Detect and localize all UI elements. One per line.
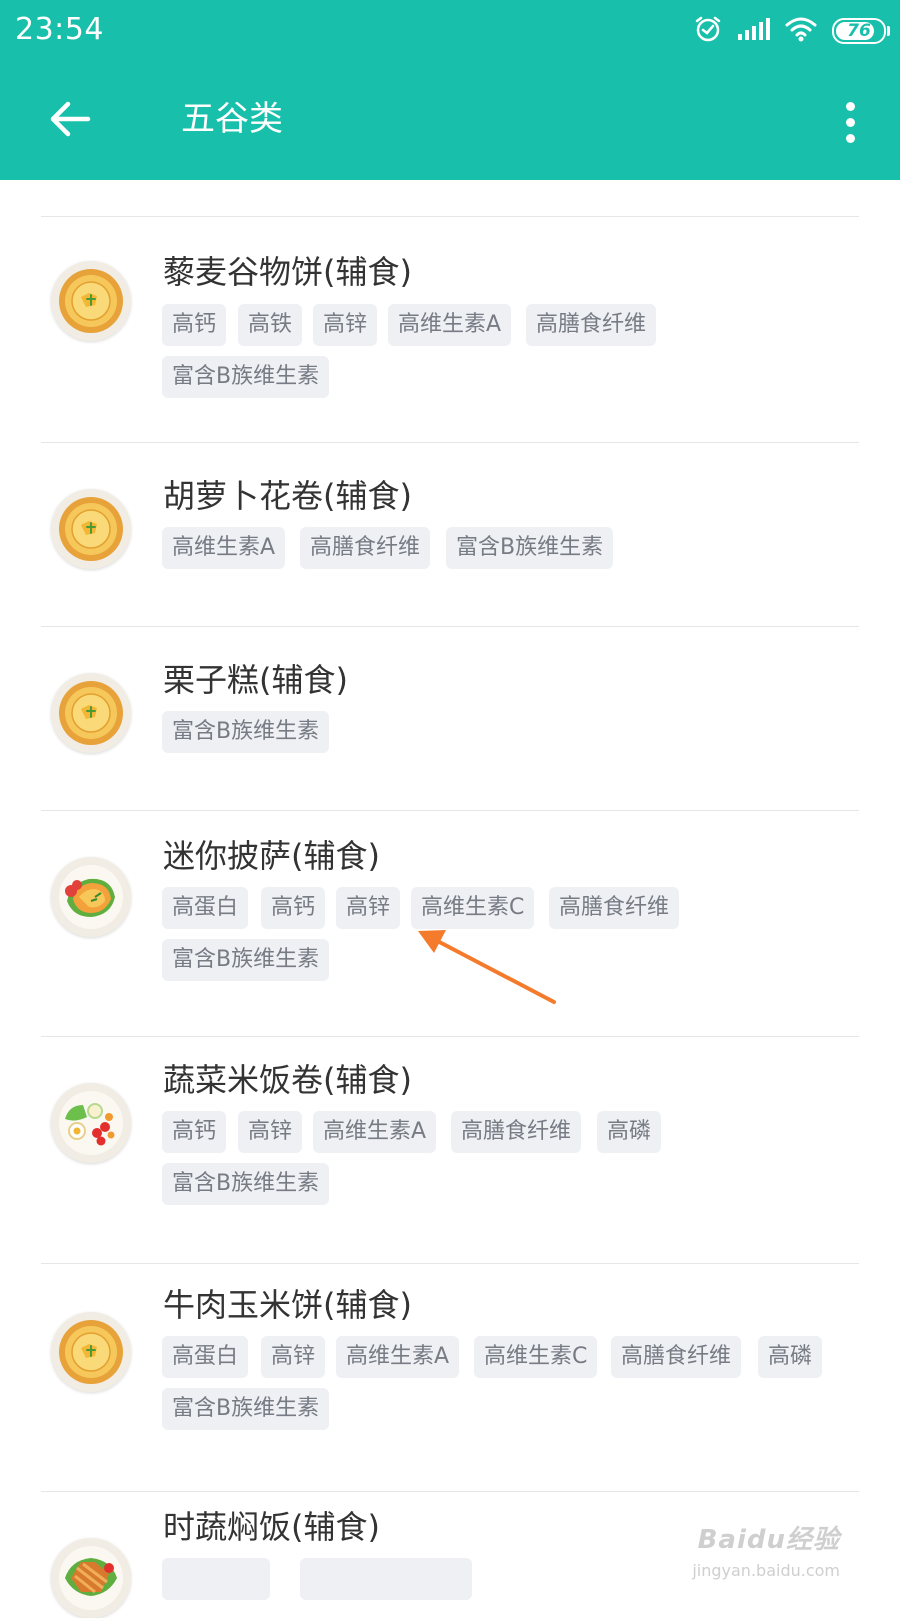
more-vert-icon [845,101,855,111]
nutrition-tag: 高膳食纤维 [611,1336,742,1378]
status-icons: 76 [694,14,890,48]
nutrition-tag: 高蛋白 [162,1336,249,1378]
more-options-button[interactable] [830,90,870,154]
nutrition-tag: 高蛋白 [162,887,249,929]
status-bar: 23:54 76 [0,0,900,62]
nutrition-tag: 高维生素C [411,887,535,929]
nutrition-tag: 富含B族维生素 [162,356,330,398]
nutrition-tag: 高磷 [597,1111,662,1153]
soup-bowl-icon [51,1312,131,1392]
soup-bowl-icon [51,489,131,569]
food-list-item[interactable]: 胡萝卜花卷(辅食) 高维生素A 高膳食纤维 富含B族维生素 [41,443,859,627]
back-button[interactable] [40,86,100,156]
battery-icon: 76 [832,18,890,44]
page-title: 五谷类 [181,99,283,139]
nutrition-tag: 高维生素C [474,1336,598,1378]
food-list-item[interactable]: 蔬菜米饭卷(辅食) 高钙 高锌 高维生素A 高膳食纤维 高磷 富含B族维生素 [41,1037,859,1264]
food-name: 蔬菜米饭卷(辅食) [163,1061,412,1099]
food-name: 迷你披萨(辅食) [163,837,380,875]
nutrition-tag: 富含B族维生素 [446,527,614,569]
app-toolbar: 五谷类 [0,62,900,180]
food-name: 栗子糕(辅食) [163,661,348,699]
nutrition-tag: 高磷 [758,1336,823,1378]
nutrition-tag: 富含B族维生素 [162,939,330,981]
food-name: 牛肉玉米饼(辅食) [163,1286,412,1324]
nutrition-tag: 高膳食纤维 [526,304,657,346]
food-list-item[interactable]: 迷你披萨(辅食) 高蛋白 高钙 高锌 高维生素C 高膳食纤维 富含B族维生素 [41,811,859,1037]
meat-plate-icon [51,1538,131,1618]
nutrition-tag: 高钙 [162,1111,227,1153]
food-name: 时蔬焖饭(辅食) [163,1508,380,1546]
baidu-watermark-url: jingyan.baidu.com [692,1561,840,1580]
salad-plate-icon [51,1083,131,1163]
signal-icon [736,16,770,46]
food-list-item[interactable]: 栗子糕(辅食) 富含B族维生素 [41,627,859,811]
baidu-watermark: Baidu经验 [697,1525,840,1555]
nutrition-tag: 高维生素A [162,527,286,569]
soup-bowl-icon [51,673,131,753]
battery-level: 76 [847,21,871,41]
nutrition-tag: 富含B族维生素 [162,1163,330,1205]
nutrition-tag: 富含B族维生素 [162,1388,330,1430]
food-name: 胡萝卜花卷(辅食) [163,477,412,515]
alarm-icon [694,15,722,47]
nutrition-tag: 高膳食纤维 [451,1111,582,1153]
nutrition-tag: 高维生素A [336,1336,460,1378]
food-list-item[interactable]: 牛肉玉米饼(辅食) 高蛋白 高锌 高维生素A 高维生素C 高膳食纤维 高磷 富含… [41,1264,859,1492]
wifi-icon [784,15,818,47]
nutrition-tag: 高铁 [238,304,303,346]
nutrition-tag: 高钙 [162,304,227,346]
nutrition-tag: 高维生素A [313,1111,437,1153]
status-time: 23:54 [15,12,104,47]
nutrition-tag: 高膳食纤维 [549,887,680,929]
back-arrow-icon [48,99,92,143]
nutrition-tag: 高锌 [313,304,378,346]
nutrition-tag: 高维生素A [388,304,512,346]
nutrition-tag: 富含B族维生素 [162,711,330,753]
soup-bowl-icon [51,261,131,341]
pizza-plate-icon [51,857,131,937]
nutrition-tag: 高锌 [336,887,401,929]
nutrition-tag: 高锌 [261,1336,326,1378]
nutrition-tag: 高锌 [238,1111,303,1153]
nutrition-tag: 高钙 [261,887,326,929]
food-list-item[interactable]: 藜麦谷物饼(辅食) 高钙 高铁 高锌 高维生素A 高膳食纤维 富含B族维生素 [41,217,859,443]
nutrition-tag: 高膳食纤维 [300,527,431,569]
food-name: 藜麦谷物饼(辅食) [163,253,412,291]
nutrition-tag [300,1558,472,1600]
nutrition-tag [162,1558,270,1600]
